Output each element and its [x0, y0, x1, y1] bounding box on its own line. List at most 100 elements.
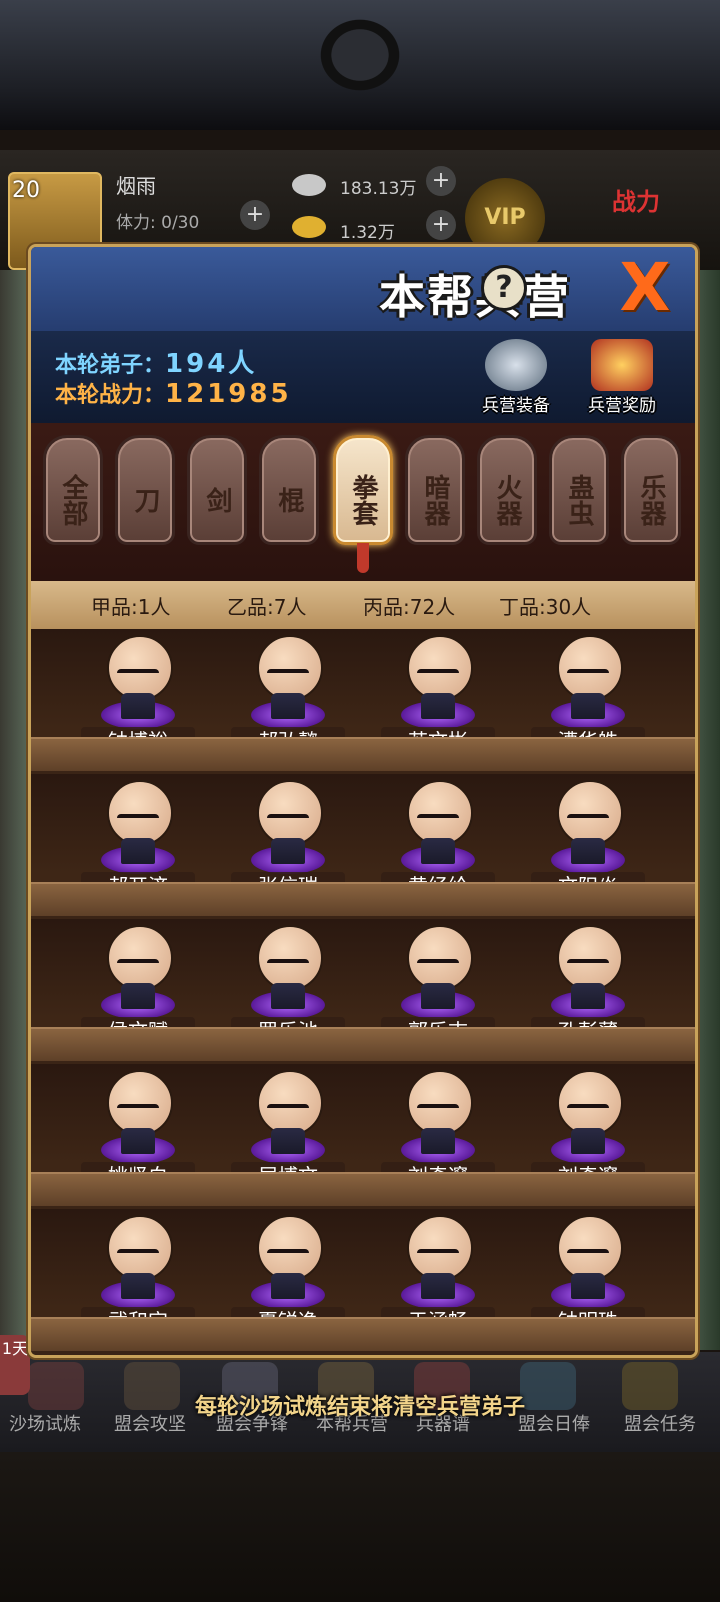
disciple-body [271, 838, 305, 864]
disciple-avatar [107, 635, 173, 701]
shelf-plank [31, 1027, 695, 1061]
disciple-body [121, 693, 155, 719]
disciple-body [121, 1128, 155, 1154]
barracks-equip-button[interactable]: 兵营装备 [471, 339, 561, 419]
disciple-body [421, 693, 455, 719]
disciple-body [121, 983, 155, 1009]
disciple-avatar [107, 780, 173, 846]
disciple-avatar [407, 1215, 473, 1281]
active-tab-tassel [357, 543, 369, 573]
tab-staff[interactable]: 棍 [259, 435, 319, 545]
day-badge: 1天 [0, 1335, 30, 1395]
sword-icon [485, 339, 547, 391]
disciple-body [271, 693, 305, 719]
grade-yi: 乙品:7人 [227, 595, 307, 619]
shelf-row: 钟博裕 郝弘懿 苏文彬 漕华皓 [31, 629, 695, 771]
disciple-eyes [417, 669, 459, 681]
weapon-tabs: 全部 刀 剑 棍 拳套 暗器 火器 蛊虫 乐器 [31, 423, 695, 581]
disciple-eyes [117, 1104, 159, 1116]
grade-ding: 丁品:30人 [499, 595, 592, 619]
close-button[interactable]: X [609, 253, 681, 323]
shelf-plank [31, 737, 695, 771]
disciple-avatar [107, 1070, 173, 1136]
disciple-body [571, 983, 605, 1009]
round-disciples: 本轮弟子：194人 [55, 343, 257, 380]
disciple-shelves: 钟博裕 郝弘懿 苏文彬 漕华皓 郝开济 张信瑞 黄经纶 文阳焱 侯文赋 罗乐池 … [31, 629, 695, 1355]
disciple-eyes [267, 959, 309, 971]
disciple-eyes [267, 814, 309, 826]
disciple-avatar [557, 925, 623, 991]
silver-icon [292, 174, 326, 196]
gold-amount: 1.32万 [340, 223, 395, 243]
disciple-eyes [417, 814, 459, 826]
disciple-eyes [567, 959, 609, 971]
disciple-avatar [257, 925, 323, 991]
disciple-body [121, 1273, 155, 1299]
disciple-avatar [407, 635, 473, 701]
add-gold-button[interactable]: + [426, 210, 456, 240]
power-label: 战力 [612, 188, 660, 216]
disciple-body [421, 1128, 455, 1154]
disciple-body [271, 1273, 305, 1299]
tab-gu-insect[interactable]: 蛊虫 [549, 435, 609, 545]
disciple-eyes [567, 669, 609, 681]
disciple-eyes [567, 814, 609, 826]
disciple-avatar [407, 780, 473, 846]
disciple-avatar [557, 1215, 623, 1281]
ground-background [0, 1452, 720, 1602]
player-name: 烟雨 [116, 174, 156, 198]
tab-all[interactable]: 全部 [43, 435, 103, 545]
disciple-eyes [117, 669, 159, 681]
roof-ornament [310, 10, 410, 100]
add-stamina-button[interactable]: + [240, 200, 270, 230]
disciple-eyes [417, 959, 459, 971]
tab-sword[interactable]: 剑 [187, 435, 247, 545]
disciple-avatar [107, 925, 173, 991]
left-scenery [0, 270, 30, 1350]
barracks-reward-label: 兵营奖励 [588, 396, 656, 416]
shelf-row: 侯文赋 罗乐池 郭乐志 孔彭薄 [31, 919, 695, 1061]
disciple-avatar [557, 1070, 623, 1136]
disciple-eyes [267, 1249, 309, 1261]
tab-blade[interactable]: 刀 [115, 435, 175, 545]
barracks-reward-button[interactable]: 兵营奖励 [577, 339, 667, 419]
disciple-avatar [107, 1215, 173, 1281]
disciple-avatar [407, 1070, 473, 1136]
grade-jia: 甲品:1人 [91, 595, 171, 619]
round-disciples-label: 本轮弟子： [55, 353, 166, 378]
silver-amount: 183.13万 [340, 179, 417, 199]
disciple-body [571, 1273, 605, 1299]
tab-gauntlet[interactable]: 拳套 [333, 435, 393, 545]
gold-icon [292, 216, 326, 238]
round-info: 本轮弟子：194人 本轮战力：121985 兵营装备 兵营奖励 [31, 331, 695, 423]
shelf-plank [31, 1317, 695, 1351]
modal-header: 本帮兵营 ? X [31, 247, 695, 334]
disciple-eyes [267, 669, 309, 681]
disciple-avatar [257, 780, 323, 846]
add-silver-button[interactable]: + [426, 166, 456, 196]
disciple-eyes [567, 1249, 609, 1261]
shelf-row: 武和宜 夏锐逸 于涵畅 钟明珠 [31, 1209, 695, 1351]
disciple-eyes [567, 1104, 609, 1116]
help-button[interactable]: ? [481, 265, 527, 311]
tab-hidden-weapon[interactable]: 暗器 [405, 435, 465, 545]
disciple-avatar [557, 780, 623, 846]
disciple-avatar [407, 925, 473, 991]
disciple-body [271, 983, 305, 1009]
disciple-body [271, 1128, 305, 1154]
tab-instrument[interactable]: 乐器 [621, 435, 681, 545]
round-disciples-value: 194人 [165, 349, 258, 379]
disciple-body [421, 1273, 455, 1299]
disciple-body [121, 838, 155, 864]
footer-message: 每轮沙场试炼结束将清空兵营弟子 [194, 1394, 525, 1420]
disciple-body [571, 1128, 605, 1154]
treasure-chest-icon [591, 339, 653, 391]
disciple-eyes [117, 1249, 159, 1261]
disciple-eyes [417, 1104, 459, 1116]
disciple-avatar [257, 1215, 323, 1281]
grade-summary: 甲品:1人 乙品:7人 丙品:72人 丁品:30人 [31, 581, 695, 629]
tab-firearm[interactable]: 火器 [477, 435, 537, 545]
shelf-row: 姚坚白 居博文 刘奇邃 刘奇邃 [31, 1064, 695, 1206]
disciple-body [571, 693, 605, 719]
round-power-value: 121985 [165, 379, 292, 409]
